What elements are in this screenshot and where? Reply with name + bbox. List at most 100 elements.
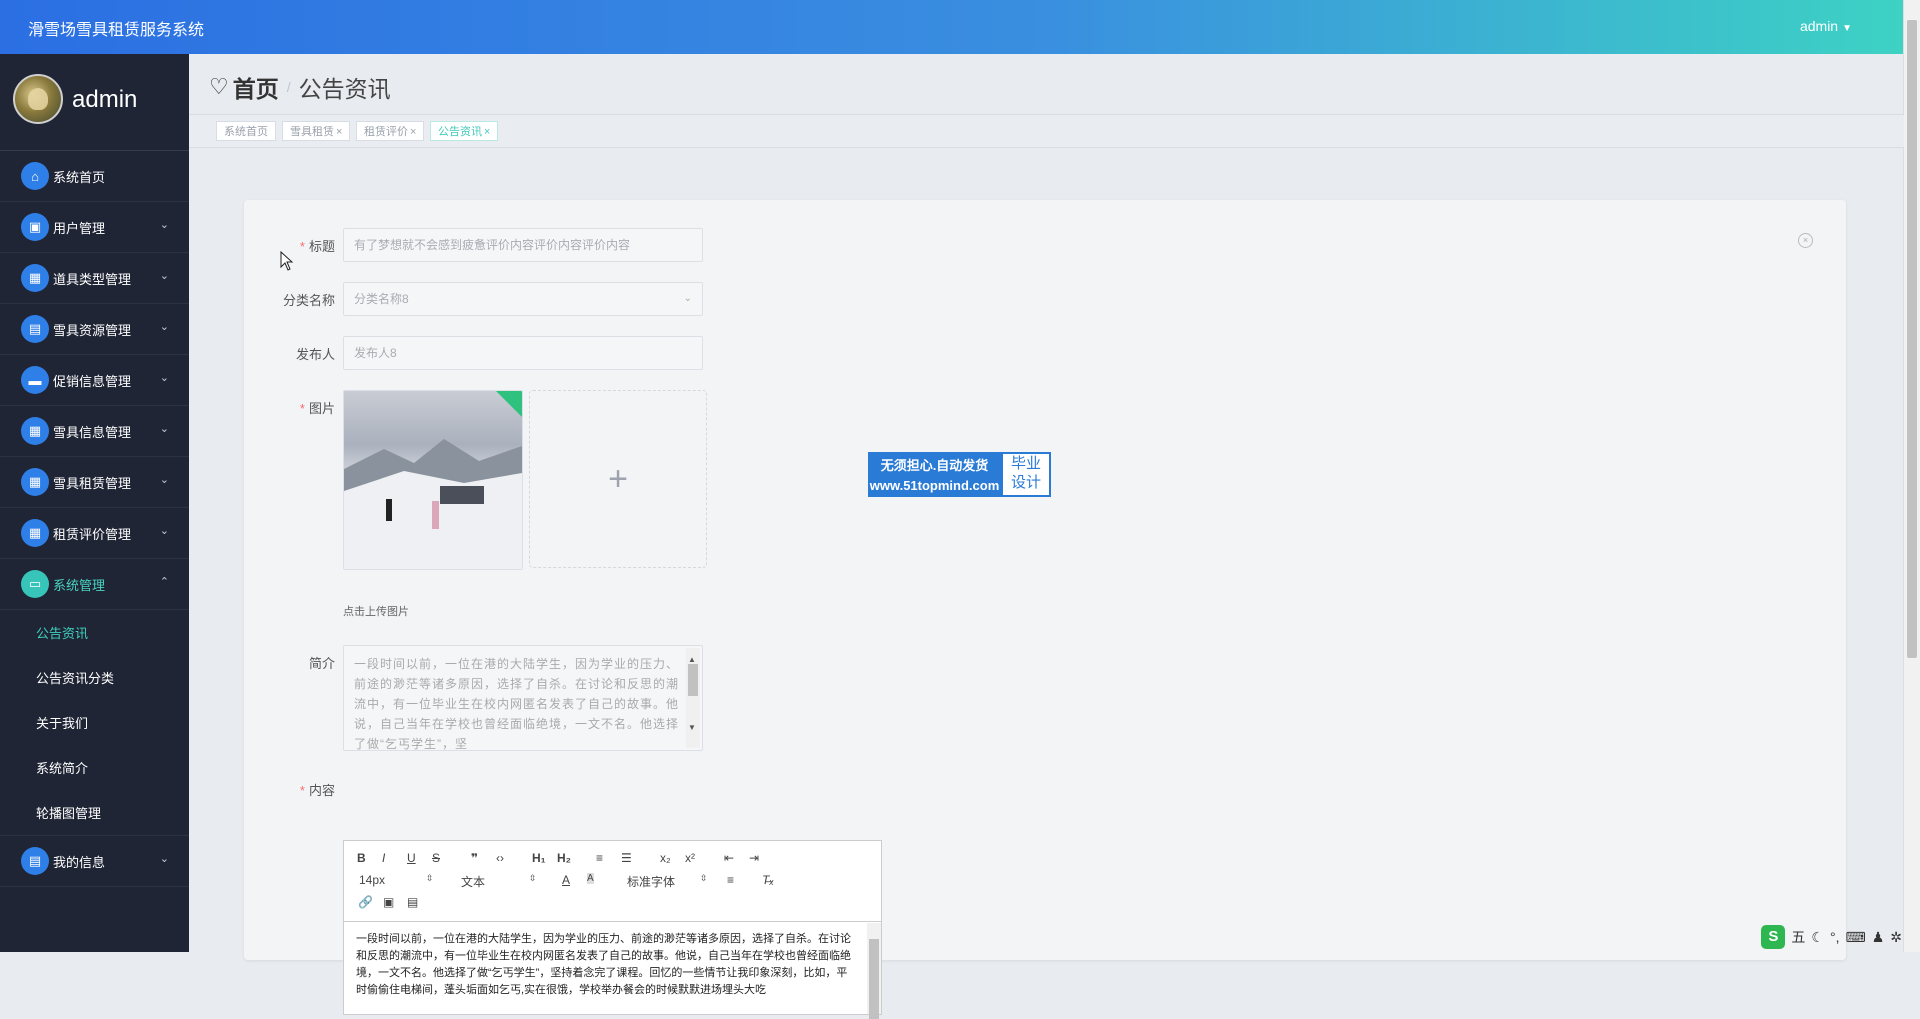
- tag-announcements[interactable]: 公告资讯 ×: [430, 121, 499, 141]
- sidebar-item-prop-types[interactable]: ▦ 道具类型管理 ⌄: [0, 253, 189, 304]
- submenu-item-carousel[interactable]: 轮播图管理: [0, 790, 189, 835]
- chevron-down-icon: ⌄: [159, 853, 169, 865]
- sidebar-item-label: 雪具资源管理: [53, 322, 132, 338]
- superscript-button[interactable]: x²: [685, 851, 695, 865]
- video-icon[interactable]: ▤: [407, 895, 418, 909]
- select-arrows-icon: ⇳: [426, 873, 434, 883]
- sidebar-item-rentals[interactable]: ▦ 雪具租赁管理 ⌄: [0, 457, 189, 508]
- bold-button[interactable]: B: [357, 851, 366, 865]
- publisher-input[interactable]: 发布人8: [343, 336, 703, 370]
- grid-icon: ▦: [21, 519, 49, 547]
- grid-icon: ▦: [21, 468, 49, 496]
- indent-button[interactable]: ⇥: [749, 851, 759, 865]
- uploaded-image[interactable]: [343, 390, 523, 570]
- punctuation-icon[interactable]: °,: [1830, 929, 1840, 945]
- font-family-select[interactable]: 标准字体: [627, 873, 675, 890]
- close-icon[interactable]: ×: [1798, 233, 1813, 248]
- user-icon[interactable]: ♟: [1872, 929, 1885, 946]
- link-icon[interactable]: 🔗: [358, 895, 373, 909]
- close-icon[interactable]: ×: [336, 126, 342, 138]
- textarea-scrollbar-thumb[interactable]: [688, 664, 698, 696]
- tag-home[interactable]: 系统首页: [216, 121, 276, 141]
- block-type-select[interactable]: 文本: [461, 873, 485, 890]
- page-scrollbar-thumb[interactable]: [1907, 20, 1917, 658]
- user-menu[interactable]: admin ▼: [1800, 18, 1852, 34]
- tag-label: 系统首页: [224, 126, 268, 138]
- sidebar-item-my-info[interactable]: ▤ 我的信息 ⌄: [0, 835, 189, 887]
- scroll-down-icon: ▼: [688, 723, 697, 732]
- submenu-item-announcements[interactable]: 公告资讯: [0, 610, 189, 655]
- sidebar-item-home[interactable]: ⌂ 系统首页: [0, 151, 189, 202]
- submenu-item-system-intro[interactable]: 系统简介: [0, 745, 189, 790]
- italic-button[interactable]: I: [382, 851, 385, 865]
- sidebar-item-label: 租赁评价管理: [53, 526, 132, 542]
- page-scrollbar[interactable]: [1903, 0, 1920, 952]
- title-input[interactable]: 有了梦想就不会感到疲惫评价内容评价内容评价内容: [343, 228, 703, 262]
- content-label: * 内容: [245, 780, 335, 799]
- moon-icon[interactable]: ☾: [1811, 929, 1824, 946]
- code-button[interactable]: ‹›: [496, 851, 504, 865]
- editor-body[interactable]: 一段时间以前，一位在港的大陆学生，因为学业的压力、前途的渺茫等诸多原因，选择了自…: [344, 923, 865, 1014]
- chevron-down-icon: ⌄: [159, 372, 169, 384]
- ime-mode[interactable]: 五: [1791, 927, 1805, 947]
- underline-button[interactable]: U: [407, 851, 416, 865]
- caret-down-icon: ▼: [1842, 23, 1852, 34]
- ordered-list-button[interactable]: ≡: [596, 851, 603, 865]
- chevron-down-icon: ⌄: [159, 423, 169, 435]
- sidebar-item-ski-resources[interactable]: ▤ 雪具资源管理 ⌄: [0, 304, 189, 355]
- background-color-button[interactable]: A: [587, 873, 594, 884]
- image-label-text: 图片: [308, 401, 335, 416]
- apps-icon: ▦: [21, 417, 49, 445]
- editor-scrollbar-thumb[interactable]: [869, 939, 879, 1019]
- plus-icon: +: [608, 459, 628, 498]
- align-button[interactable]: ≡: [727, 873, 734, 887]
- sidebar-item-label: 雪具租赁管理: [53, 475, 132, 491]
- close-icon[interactable]: ×: [410, 126, 416, 138]
- sidebar-item-label: 用户管理: [53, 220, 106, 236]
- sidebar-item-label: 系统首页: [53, 169, 106, 185]
- rich-text-editor[interactable]: B I U S ❞ ‹› H₁ H₂ ≡ ☰ x₂ x² ⇤ ⇥ 14px ⇳ …: [343, 840, 882, 1019]
- tag-ski-rental[interactable]: 雪具租赁 ×: [282, 121, 351, 141]
- category-select[interactable]: 分类名称8 ⌄: [343, 282, 703, 316]
- promo-badge-line2: 设计: [1010, 474, 1041, 491]
- submenu-item-announcement-categories[interactable]: 公告资讯分类: [0, 655, 189, 700]
- promo-line1: 无须担心.自动发货: [880, 458, 989, 473]
- submenu-item-about-us[interactable]: 关于我们: [0, 700, 189, 745]
- settings-icon[interactable]: ✲: [1890, 929, 1902, 946]
- chat-icon: ▬: [21, 366, 49, 394]
- sidebar: admin ⌂ 系统首页 ▣ 用户管理 ⌄ ▦ 道具类型管理 ⌄ ▤ 雪具资源管…: [0, 54, 189, 952]
- sidebar-item-promotions[interactable]: ▬ 促销信息管理 ⌄: [0, 355, 189, 406]
- keyboard-icon[interactable]: ⌨: [1845, 929, 1865, 946]
- summary-textarea[interactable]: 一段时间以前，一位在港的大陆学生，因为学业的压力、前途的渺茫等诸多原因，选择了自…: [343, 645, 703, 751]
- sogou-logo-icon[interactable]: S: [1761, 925, 1786, 949]
- outdent-button[interactable]: ⇤: [724, 851, 734, 865]
- sidebar-item-system[interactable]: ▭ 系统管理 ⌃: [0, 559, 189, 610]
- avatar: [13, 74, 63, 124]
- subscript-button[interactable]: x₂: [660, 851, 671, 865]
- select-arrows-icon: ⇳: [700, 873, 708, 883]
- tag-rental-reviews[interactable]: 租赁评价 ×: [356, 121, 425, 141]
- editor-scrollbar[interactable]: [867, 923, 881, 1019]
- h2-button[interactable]: H₂: [557, 851, 571, 865]
- image-icon[interactable]: ▣: [383, 895, 394, 909]
- bullet-list-button[interactable]: ☰: [621, 851, 632, 865]
- sidebar-item-label: 促销信息管理: [53, 373, 132, 389]
- breadcrumb-home[interactable]: 首页: [233, 70, 279, 104]
- textarea-scrollbar[interactable]: ▲ ▼: [686, 648, 700, 748]
- upload-box[interactable]: +: [529, 390, 707, 568]
- tags-view-bar: 系统首页 雪具租赁 × 租赁评价 × 公告资讯 ×: [189, 114, 1904, 148]
- sidebar-item-reviews[interactable]: ▦ 租赁评价管理 ⌄: [0, 508, 189, 559]
- blockquote-button[interactable]: ❞: [471, 851, 478, 865]
- font-size-select[interactable]: 14px: [359, 873, 385, 887]
- close-icon[interactable]: ×: [484, 126, 490, 138]
- app-title: 滑雪场雪具租赁服务系统: [28, 22, 205, 39]
- sidebar-item-users[interactable]: ▣ 用户管理 ⌄: [0, 202, 189, 253]
- h1-button[interactable]: H₁: [532, 851, 546, 865]
- strike-button[interactable]: S: [432, 851, 440, 865]
- promo-badge-line1: 毕业: [1010, 455, 1041, 472]
- sidebar-item-ski-info[interactable]: ▦ 雪具信息管理 ⌄: [0, 406, 189, 457]
- font-color-button[interactable]: A: [562, 873, 570, 887]
- promo-line2: www.51topmind.com: [869, 478, 1000, 493]
- clear-format-button[interactable]: T̶ₓ: [762, 873, 774, 887]
- ski-photo: [344, 391, 522, 569]
